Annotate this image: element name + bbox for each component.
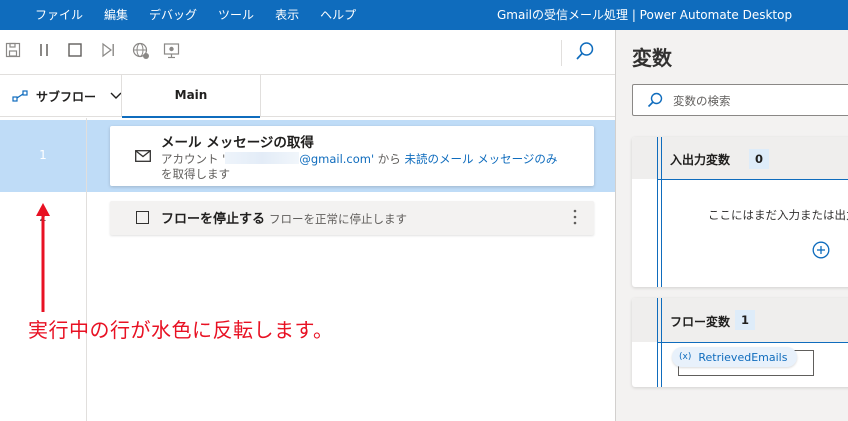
tab-main[interactable]: Main: [121, 75, 261, 118]
mail-icon: [135, 150, 151, 162]
variable-x-icon: (x): [679, 352, 692, 362]
annotation-text: 実行中の行が水色に反転します。: [28, 318, 334, 342]
stop-flow-subtitle: フローを正常に停止します: [269, 212, 408, 226]
variable-chip-retrievedemails[interactable]: (x) RetrievedEmails: [672, 347, 798, 367]
add-variable-icon[interactable]: [812, 241, 830, 259]
menu-tools[interactable]: ツール: [206, 0, 263, 30]
io-variables-header[interactable]: [632, 137, 848, 179]
line-number-divider: [86, 118, 87, 421]
variable-name: RetrievedEmails: [698, 350, 788, 364]
io-empty-message: ここにはまだ入力または出力の: [708, 208, 848, 222]
toolbar-separator: [561, 40, 562, 66]
flow-variables-section: フロー変数 1 (x) RetrievedEmails: [632, 298, 848, 387]
redacted-email: [225, 152, 300, 164]
line-number-1: 1: [39, 148, 47, 162]
io-variables-section: 入出力変数 0 ここにはまだ入力または出力の: [632, 137, 848, 287]
menu-bar: ファイル 編集 デバッグ ツール 表示 ヘルプ: [23, 0, 365, 30]
action-get-email-messages[interactable]: メール メッセージの取得 アカウント ' @gmail.com' から 未読のメー…: [110, 126, 594, 186]
flow-variables-count: 1: [735, 310, 755, 330]
search-icon[interactable]: [575, 41, 595, 63]
guide-line: [661, 137, 662, 287]
search-icon: [647, 92, 663, 108]
desktop-recorder-icon[interactable]: [162, 42, 182, 62]
flow-designer: サブフロー Main 1 2 メール メッセージの取得 アカウント '@gmai…: [0, 30, 616, 421]
action-stop-flow[interactable]: フローを停止する フローを正常に停止します: [110, 201, 594, 235]
window-title: Gmailの受信メール処理 | Power Automate Desktop: [497, 8, 793, 22]
io-variables-title: 入出力変数: [670, 153, 731, 167]
guide-line: [657, 342, 848, 343]
desc-suffix: を取得します: [161, 167, 230, 181]
action-description: アカウント ' @gmail.com' から 未読のメール メッセージのみ を取得…: [161, 152, 571, 182]
action-title: フローを停止する フローを正常に停止します: [161, 208, 407, 227]
menu-debug[interactable]: デバッグ: [137, 0, 206, 30]
subflow-label: サブフロー: [36, 89, 97, 104]
title-bar: ファイル 編集 デバッグ ツール 表示 ヘルプ Gmailの受信メール処理 | …: [0, 0, 848, 30]
designer-toolbar: [0, 30, 616, 75]
run-next-action-icon[interactable]: [98, 42, 118, 62]
menu-edit[interactable]: 編集: [92, 0, 137, 30]
desc-from: から: [374, 152, 405, 166]
guide-line: [657, 179, 848, 180]
stop-flow-title: フローを停止する: [161, 212, 266, 227]
subflow-dropdown[interactable]: サブフロー: [12, 75, 122, 117]
search-placeholder: 変数の検索: [673, 94, 731, 108]
io-variables-count: 0: [749, 149, 769, 169]
flow-variables-title: フロー変数: [670, 315, 731, 329]
variables-pane-title: 変数: [632, 46, 672, 70]
save-icon[interactable]: [3, 42, 23, 62]
more-options-icon[interactable]: [572, 207, 578, 227]
annotation-arrow-icon: [36, 203, 50, 312]
menu-file[interactable]: ファイル: [23, 0, 92, 30]
variables-pane: 変数 変数の検索 入出力変数 0 ここにはまだ入力または出力の フロー変数 1 …: [616, 30, 848, 421]
action-title: メール メッセージの取得: [161, 135, 314, 151]
variable-search-input[interactable]: 変数の検索: [632, 84, 848, 116]
web-recorder-icon[interactable]: [131, 42, 151, 62]
menu-view[interactable]: 表示: [263, 0, 308, 30]
stop-icon[interactable]: [65, 42, 85, 62]
subflow-icon: [12, 90, 28, 102]
desc-filter: 未読のメール メッセージのみ: [404, 152, 558, 166]
desc-prefix: アカウント ': [161, 152, 226, 166]
desc-email: @gmail.com': [299, 152, 375, 166]
stop-square-icon: [136, 211, 149, 224]
menu-help[interactable]: ヘルプ: [308, 0, 365, 30]
pause-icon[interactable]: [34, 42, 54, 62]
guide-line: [657, 137, 658, 287]
subflow-tab-bar: サブフロー Main: [0, 75, 616, 118]
